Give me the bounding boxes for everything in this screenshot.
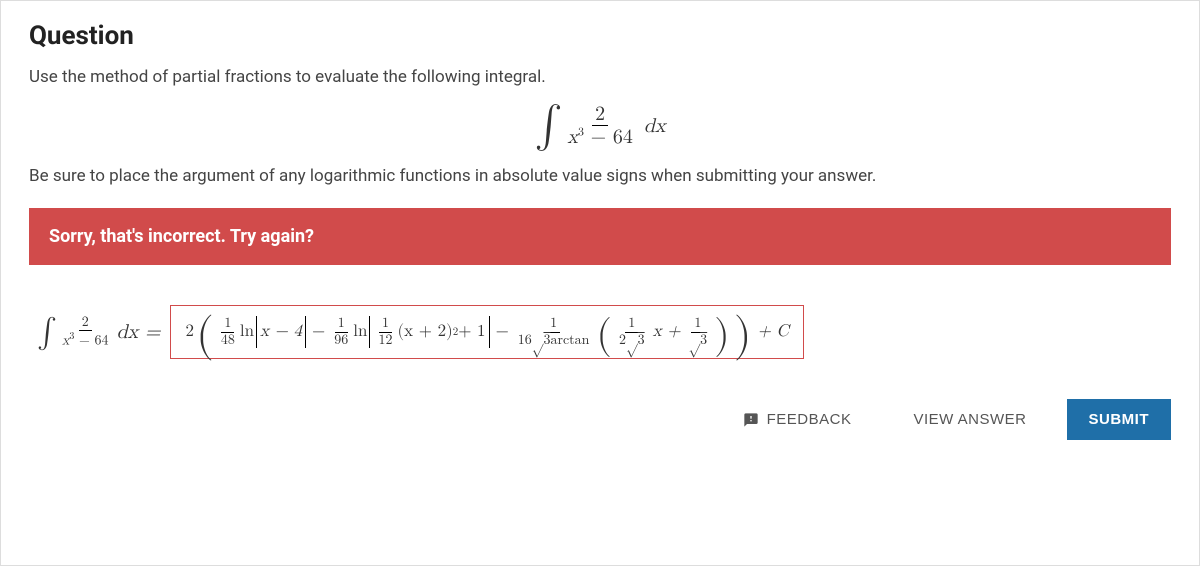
feedback-icon [743, 412, 759, 428]
integral-denominator: x3 − 64 [564, 126, 635, 148]
answer-input[interactable]: 2 ( 1 48 ln x − 4 − 1 96 ln 1 12 [170, 305, 803, 359]
answer-lhs: ∫ 2 x3 − 64 dx = [37, 315, 160, 349]
action-bar: FEEDBACK VIEW ANSWER SUBMIT [29, 399, 1171, 440]
feedback-label: FEEDBACK [767, 411, 852, 428]
integral-display: ∫ 2 x3 − 64 dx [29, 103, 1171, 148]
submit-label: SUBMIT [1089, 411, 1150, 428]
feedback-button[interactable]: FEEDBACK [721, 399, 874, 440]
question-hint: Be sure to place the argument of any log… [29, 166, 1171, 186]
view-answer-label: VIEW ANSWER [913, 411, 1026, 428]
question-card: Question Use the method of partial fract… [0, 0, 1200, 566]
view-answer-button[interactable]: VIEW ANSWER [891, 399, 1048, 440]
submit-button[interactable]: SUBMIT [1067, 399, 1172, 440]
question-prompt: Use the method of partial fractions to e… [29, 67, 1171, 87]
dx-label: dx [644, 114, 666, 138]
error-banner: Sorry, that's incorrect. Try again? [29, 208, 1171, 265]
answer-row: ∫ 2 x3 − 64 dx = 2 ( 1 48 ln x − 4 − [29, 305, 1171, 359]
integral-numerator: 2 [592, 103, 608, 126]
question-heading: Question [29, 21, 1171, 51]
